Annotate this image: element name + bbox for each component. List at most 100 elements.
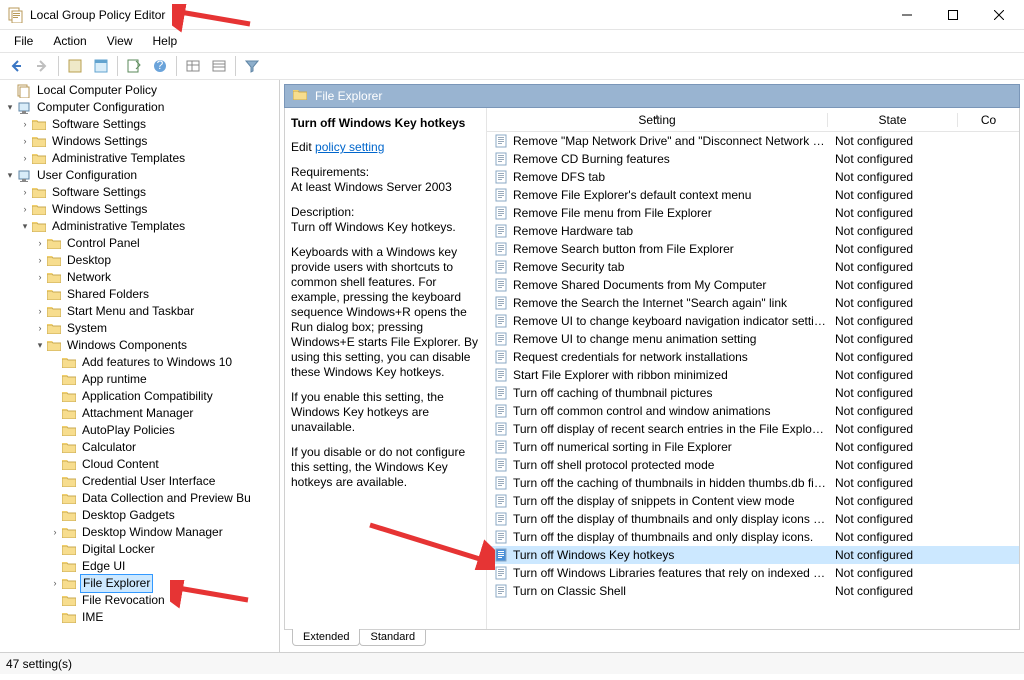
menu-view[interactable]: View [99,32,141,50]
tree-wincomp-0[interactable]: Add features to Windows 10 [0,354,279,371]
tool-help[interactable]: ? [148,54,172,78]
tree-wincomp-1[interactable]: App runtime [0,371,279,388]
expand-caret[interactable]: › [34,303,46,320]
expand-caret[interactable]: ▾ [19,218,31,235]
tree-admin-4[interactable]: ›Start Menu and Taskbar [0,303,279,320]
back-button[interactable] [4,54,28,78]
expand-caret[interactable]: › [49,524,61,541]
tree-comp-child-2[interactable]: ›Administrative Templates [0,150,279,167]
tab-extended[interactable]: Extended [292,629,360,646]
expand-caret[interactable]: › [34,252,46,269]
list-row[interactable]: Remove Hardware tabNot configured [487,222,1019,240]
list-row[interactable]: Turn off Windows Libraries features that… [487,564,1019,582]
list-row[interactable]: Remove Search button from File ExplorerN… [487,240,1019,258]
expand-caret[interactable]: › [34,320,46,337]
tree-admin-1[interactable]: ›Desktop [0,252,279,269]
list-row[interactable]: Remove UI to change menu animation setti… [487,330,1019,348]
expand-caret[interactable]: ▾ [34,337,46,354]
list-row[interactable]: Turn off display of recent search entrie… [487,420,1019,438]
expand-caret[interactable]: ▾ [4,99,16,116]
tree-wincomp-5[interactable]: Calculator [0,439,279,456]
tree-admin-0[interactable]: ›Control Panel [0,235,279,252]
tool-action-1[interactable] [63,54,87,78]
expand-caret[interactable]: › [19,150,31,167]
tree-comp-child-1[interactable]: ›Windows Settings [0,133,279,150]
tool-grid-1[interactable] [181,54,205,78]
list-row[interactable]: Turn off shell protocol protected modeNo… [487,456,1019,474]
row-setting: Turn on Classic Shell [513,584,827,598]
expand-caret[interactable]: › [19,184,31,201]
tree-comp-child-0[interactable]: ›Software Settings [0,116,279,133]
tree-user-config[interactable]: ▾User Configuration [0,167,279,184]
expand-caret[interactable]: › [49,575,61,592]
list-row[interactable]: Request credentials for network installa… [487,348,1019,366]
list-row[interactable]: Start File Explorer with ribbon minimize… [487,366,1019,384]
list-row[interactable]: Turn off numerical sorting in File Explo… [487,438,1019,456]
tree-wincomp-15[interactable]: IME [0,609,279,626]
tree-user-windows[interactable]: ›Windows Settings [0,201,279,218]
list-row[interactable]: Remove UI to change keyboard navigation … [487,312,1019,330]
list-column-header[interactable]: ▲Setting State Co [487,108,1019,132]
menu-help[interactable]: Help [145,32,186,50]
list-row[interactable]: Turn on Classic ShellNot configured [487,582,1019,600]
list-row[interactable]: Remove Security tabNot configured [487,258,1019,276]
tool-filter[interactable] [240,54,264,78]
list-row[interactable]: Turn off the display of thumbnails and o… [487,510,1019,528]
menu-file[interactable]: File [6,32,41,50]
tree-user-software[interactable]: ›Software Settings [0,184,279,201]
tree-admin-5[interactable]: ›System [0,320,279,337]
tree-wincomp-8[interactable]: Data Collection and Preview Bu [0,490,279,507]
tree-wincomp-12[interactable]: Edge UI [0,558,279,575]
tree-wincomp-3[interactable]: Attachment Manager [0,405,279,422]
edit-policy-link[interactable]: policy setting [315,140,384,154]
tree-wincomp-2[interactable]: Application Compatibility [0,388,279,405]
tree-wincomp-13[interactable]: ›File Explorer [0,575,279,592]
expand-caret[interactable]: › [34,269,46,286]
list-row[interactable]: Remove the Search the Internet "Search a… [487,294,1019,312]
expand-caret[interactable]: ▾ [4,167,16,184]
list-row[interactable]: Turn off the display of thumbnails and o… [487,528,1019,546]
tree-wincomp-6[interactable]: Cloud Content [0,456,279,473]
tool-export[interactable] [122,54,146,78]
list-row[interactable]: Remove File Explorer's default context m… [487,186,1019,204]
tree-wincomp-7[interactable]: Credential User Interface [0,473,279,490]
expand-caret[interactable]: › [34,235,46,252]
list-row[interactable]: Turn off Windows Key hotkeysNot configur… [487,546,1019,564]
tree-wincomp-10[interactable]: ›Desktop Window Manager [0,524,279,541]
tree-wincomp-9[interactable]: Desktop Gadgets [0,507,279,524]
maximize-button[interactable] [930,0,976,30]
expand-caret[interactable]: › [19,201,31,218]
tree-windows-components[interactable]: ▾Windows Components [0,337,279,354]
tab-standard[interactable]: Standard [359,630,426,646]
row-state: Not configured [827,584,957,598]
list-row[interactable]: Turn off the caching of thumbnails in hi… [487,474,1019,492]
tree-wincomp-14[interactable]: File Revocation [0,592,279,609]
tree-root[interactable]: Local Computer Policy [0,82,279,99]
close-button[interactable] [976,0,1022,30]
expand-caret[interactable]: › [19,116,31,133]
list-row[interactable]: Remove "Map Network Drive" and "Disconne… [487,132,1019,150]
list-row[interactable]: Remove Shared Documents from My Computer… [487,276,1019,294]
tree-pane[interactable]: Local Computer Policy▾Computer Configura… [0,80,280,652]
tool-grid-2[interactable] [207,54,231,78]
tool-action-2[interactable] [89,54,113,78]
list-row[interactable]: Remove File menu from File ExplorerNot c… [487,204,1019,222]
tree-computer-config[interactable]: ▾Computer Configuration [0,99,279,116]
tree-wincomp-11[interactable]: Digital Locker [0,541,279,558]
forward-button[interactable] [30,54,54,78]
row-setting: Turn off the display of thumbnails and o… [513,512,827,526]
list-row[interactable]: Turn off caching of thumbnail picturesNo… [487,384,1019,402]
col-state[interactable]: State [878,113,906,127]
list-row[interactable]: Remove CD Burning featuresNot configured [487,150,1019,168]
col-co[interactable]: Co [981,113,996,127]
tree-user-admin[interactable]: ▾Administrative Templates [0,218,279,235]
list-row[interactable]: Remove DFS tabNot configured [487,168,1019,186]
expand-caret[interactable]: › [19,133,31,150]
minimize-button[interactable] [884,0,930,30]
menu-action[interactable]: Action [45,32,94,50]
tree-admin-3[interactable]: Shared Folders [0,286,279,303]
list-row[interactable]: Turn off common control and window anima… [487,402,1019,420]
tree-admin-2[interactable]: ›Network [0,269,279,286]
list-row[interactable]: Turn off the display of snippets in Cont… [487,492,1019,510]
tree-wincomp-4[interactable]: AutoPlay Policies [0,422,279,439]
